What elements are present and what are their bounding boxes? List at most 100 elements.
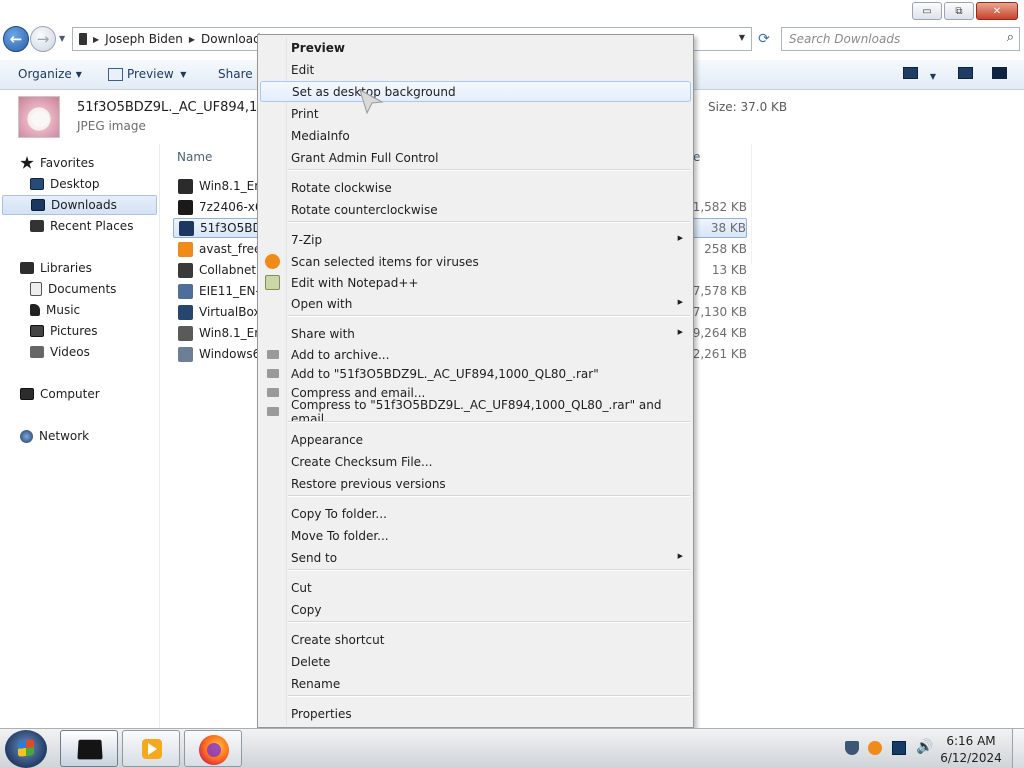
menu-item-label: Move To folder... — [291, 528, 389, 543]
file-size: 2,261 KB — [692, 347, 747, 361]
menu-item[interactable]: Move To folder... — [260, 525, 691, 546]
nav-network-label: Network — [39, 429, 90, 443]
menu-item[interactable]: Copy — [260, 599, 691, 620]
nav-libraries[interactable]: Libraries — [20, 258, 92, 278]
recent-pages-dropdown[interactable]: ▼ — [59, 34, 65, 43]
nav-network[interactable]: Network — [20, 426, 89, 446]
menu-item[interactable]: 7-Zip ▶ — [260, 229, 691, 250]
menu-item[interactable]: Edit — [260, 59, 691, 80]
nav-item-recent-places[interactable]: Recent Places — [30, 216, 133, 236]
nav-item-label: Videos — [50, 345, 90, 359]
menu-item-label: Preview — [291, 40, 346, 55]
menu-item-label: Share with — [291, 326, 355, 341]
breadcrumb-item-user[interactable]: Joseph Biden — [105, 32, 183, 46]
menu-item-label: Properties — [291, 706, 352, 721]
column-header-size[interactable]: e — [693, 150, 700, 164]
menu-item[interactable]: Rotate clockwise — [260, 177, 691, 198]
menu-item[interactable]: Create Checksum File... — [260, 451, 691, 472]
menu-item[interactable]: Restore previous versions — [260, 473, 691, 494]
preview-icon — [108, 67, 123, 81]
search-input[interactable] — [782, 28, 992, 50]
organize-button[interactable]: Organize ▼ — [18, 67, 82, 81]
menu-item[interactable]: Print — [260, 103, 691, 124]
menu-item[interactable]: Copy To folder... — [260, 503, 691, 524]
nav-favorites[interactable]: Favorites — [20, 153, 94, 173]
search-icon[interactable]: ⌕ — [1007, 30, 1014, 45]
forward-button[interactable]: → — [30, 26, 56, 52]
explorer-icon — [77, 739, 103, 760]
close-button[interactable]: ✕ — [976, 2, 1018, 20]
breadcrumb-separator-icon[interactable]: ▶ — [189, 35, 195, 44]
menu-item[interactable]: Properties — [260, 703, 691, 724]
file-size: 57,578 KB — [685, 284, 747, 298]
maximize-button[interactable]: ⧉ — [944, 2, 974, 20]
file-type-icon — [178, 262, 193, 278]
menu-item-label: Create Checksum File... — [291, 454, 433, 469]
preview-pane-button[interactable] — [958, 67, 973, 82]
taskbar-explorer[interactable] — [60, 730, 118, 767]
refresh-button[interactable]: ⟳ — [754, 29, 774, 49]
winrar-icon — [267, 407, 279, 416]
file-size: 07,130 KB — [685, 305, 747, 319]
taskbar-firefox[interactable] — [184, 730, 242, 767]
menu-item-label: Restore previous versions — [291, 476, 446, 491]
menu-item[interactable]: Delete — [260, 651, 691, 672]
nav-item-documents[interactable]: Documents — [30, 279, 116, 299]
menu-item[interactable]: Edit with Notepad++ — [260, 272, 691, 293]
menu-item[interactable]: Set as desktop background — [260, 81, 691, 102]
chevron-down-icon: ▼ — [929, 72, 936, 81]
menu-item[interactable]: Create shortcut — [260, 629, 691, 650]
column-header-name[interactable]: Name — [177, 150, 212, 164]
back-button[interactable]: ← — [3, 26, 29, 52]
nav-computer[interactable]: Computer — [20, 384, 100, 404]
menu-item[interactable]: Add to archive... — [260, 344, 691, 365]
menu-item[interactable]: Rename — [260, 673, 691, 694]
menu-item[interactable]: Grant Admin Full Control — [260, 147, 691, 168]
file-type-icon — [178, 304, 193, 320]
menu-item[interactable]: Preview — [260, 37, 691, 58]
winrar-icon — [267, 350, 279, 359]
menu-item[interactable]: Share with ▶ — [260, 323, 691, 344]
system-clock[interactable]: 6:16 AM 6/12/2024 — [940, 733, 1002, 767]
taskbar-media-player[interactable] — [122, 730, 180, 767]
menu-item-label: Rotate clockwise — [291, 180, 392, 195]
minimize-button[interactable]: ▭ — [912, 2, 942, 20]
menu-item[interactable]: Scan selected items for viruses — [260, 251, 691, 272]
menu-separator — [288, 315, 690, 317]
avast-tray-icon[interactable] — [868, 741, 882, 755]
volume-icon[interactable]: 🔊 — [916, 739, 933, 755]
show-desktop-button[interactable] — [1012, 729, 1024, 768]
menu-separator — [288, 421, 690, 423]
menu-item[interactable]: Appearance — [260, 429, 691, 450]
address-dropdown-icon[interactable]: ▼ — [739, 33, 745, 42]
navigation-pane: Favorites Desktop Downloads Recent Place… — [0, 144, 160, 728]
menu-item-label: Send to — [291, 550, 338, 565]
menu-item[interactable]: Cut — [260, 577, 691, 598]
menu-item[interactable]: Compress to "51f3O5BDZ9L._AC_UF894,1000_… — [260, 398, 691, 426]
menu-item[interactable]: Open with ▶ — [260, 293, 691, 314]
nav-item-pictures[interactable]: Pictures — [30, 321, 98, 341]
view-icon — [903, 67, 918, 79]
preview-button[interactable]: Preview ▼ — [108, 67, 186, 81]
help-button[interactable] — [992, 67, 1007, 82]
music-icon — [30, 304, 40, 316]
menu-item[interactable]: MediaInfo — [260, 125, 691, 146]
menu-item-label: Create shortcut — [291, 632, 385, 647]
nav-item-videos[interactable]: Videos — [30, 342, 90, 362]
nav-item-label: Recent Places — [50, 219, 134, 233]
nav-item-downloads[interactable]: Downloads — [2, 195, 157, 215]
menu-item[interactable]: Rotate counterclockwise — [260, 199, 691, 220]
display-tray-icon[interactable] — [892, 741, 906, 755]
search-box[interactable]: ⌕ — [781, 27, 1020, 51]
menu-item[interactable]: Add to "51f3O5BDZ9L._AC_UF894,1000_QL80_… — [260, 363, 691, 384]
nav-item-desktop[interactable]: Desktop — [30, 174, 100, 194]
start-button[interactable] — [5, 730, 47, 768]
pictures-icon — [30, 325, 44, 337]
view-options-button[interactable]: ▼ — [903, 67, 936, 82]
forward-arrow-icon: → — [36, 30, 50, 48]
breadcrumb-separator-icon[interactable]: ▶ — [93, 35, 99, 44]
nav-item-music[interactable]: Music — [30, 300, 80, 320]
menu-item[interactable]: Send to ▶ — [260, 547, 691, 568]
network-icon — [20, 429, 33, 443]
action-center-icon[interactable] — [845, 741, 859, 755]
